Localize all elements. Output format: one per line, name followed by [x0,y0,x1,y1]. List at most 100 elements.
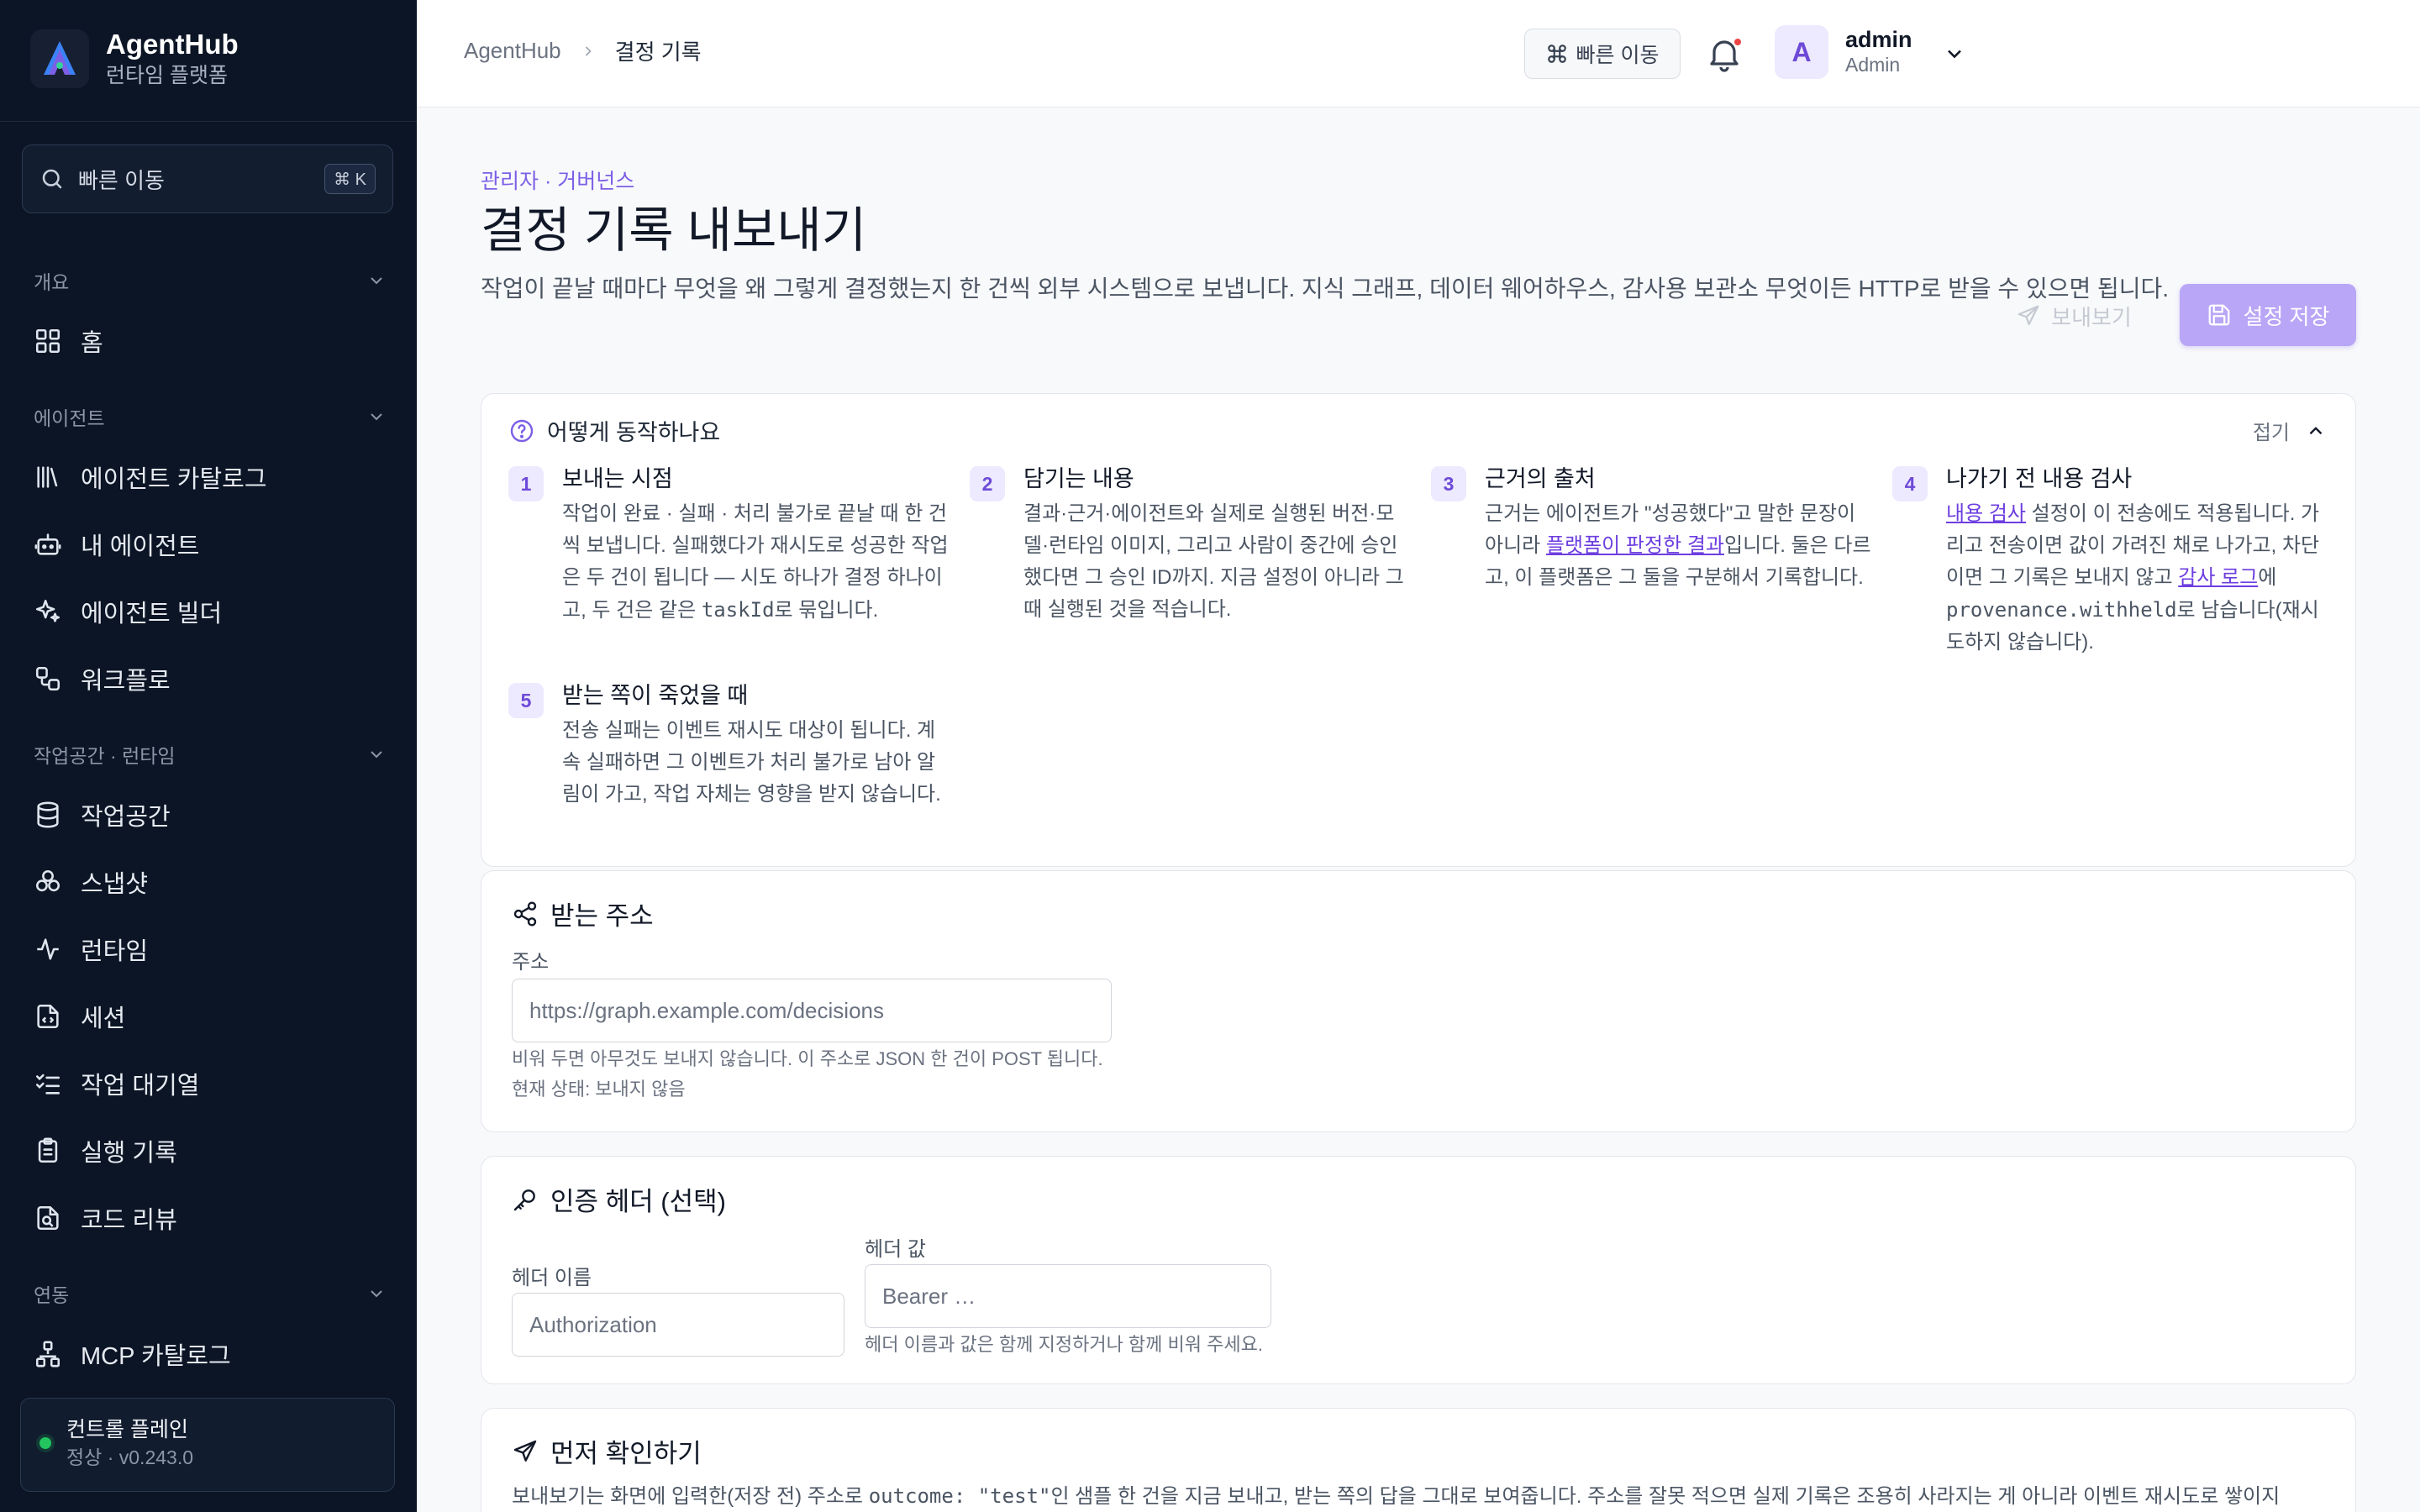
step-title: 나가기 전 내용 검사 [1946,466,2133,491]
test-send-text: 보내보기는 화면에 입력한(저장 전) 주소로 [512,1485,869,1508]
sidebar-item-label: 에이전트 빌더 [81,601,223,627]
user-role: Admin [1845,54,1901,76]
sidebar-item-run-log[interactable]: 실행 기록 [34,1127,387,1174]
step-body: 결과·근거·에이전트와 실제로 실행된 버전·모델·런타임 이미지, 그리고 사… [1023,502,1404,621]
key-icon [512,1186,539,1213]
sidebar-search[interactable]: 빠른 이동 ⌘ K [22,144,393,213]
sidebar-section-overview[interactable]: 개요 [34,264,387,297]
step-body: 근거는 에이전트가 "성공했다"고 말한 문장이 아니라 플랫폼이 판정한 결과… [1485,498,1873,594]
sidebar-item-task-queue[interactable]: 작업 대기열 [34,1060,387,1107]
sidebar: AgentHub 런타임 플랫폼 빠른 이동 ⌘ K 개요 홈 에이전트 에이전… [0,0,417,1512]
sidebar-item-label: 에이전트 카탈로그 [81,466,267,493]
save-icon [2207,302,2232,328]
step-number: 4 [1892,466,1928,501]
status-dot [39,1437,51,1449]
endpoint-hint: 비워 두면 아무것도 보내지 않습니다. 이 주소로 JSON 한 건이 POS… [512,1048,1103,1069]
user-name: admin [1845,27,1912,52]
test-send-card: 먼저 확인하기 보내보기는 화면에 입력한(저장 전) 주소로 outcome:… [481,1408,2356,1512]
header-value-label: 헤더 값 [865,1238,926,1261]
activity-icon [34,935,62,963]
how-it-works-title: 어떻게 동작하나요 [547,420,721,445]
share-icon [512,900,539,927]
notification-dot [1734,39,1741,45]
file-code-icon [34,1002,62,1031]
preview-button[interactable]: 보내보기 [1995,286,2153,346]
control-plane-status[interactable]: 컨트롤 플레인 정상 · v0.243.0 [20,1398,395,1492]
agenthub-logo [30,29,89,88]
list-checks-icon [34,1069,62,1098]
help-circle-icon [508,417,535,444]
grid-icon [34,327,62,355]
sidebar-item-session[interactable]: 세션 [34,993,387,1040]
command-icon [1546,43,1568,65]
breadcrumb-root[interactable]: AgentHub [464,38,561,64]
code-task-id: taskId [701,598,775,622]
step-title: 근거의 출처 [1485,466,1596,491]
test-send-header: 먼저 확인하기 [512,1432,702,1470]
platform-verdict-link[interactable]: 플랫폼이 판정한 결과 [1546,534,1724,557]
sidebar-section-workspace-runtime[interactable]: 작업공간 · 런타임 [34,738,387,771]
sidebar-section-title: 에이전트 [34,407,105,429]
sidebar-item-runtime[interactable]: 런타임 [34,926,387,973]
sidebar-item-agent-catalog[interactable]: 에이전트 카탈로그 [34,454,387,501]
sidebar-item-workspace[interactable]: 작업공간 [34,791,387,838]
avatar[interactable]: A [1775,25,1828,79]
sidebar-section-title: 개요 [34,271,70,293]
library-icon [34,463,62,491]
step-body: 작업이 완료 · 실패 · 처리 불가로 끝날 때 한 건씩 보냅니다. 실패했… [562,498,950,627]
test-send-title: 먼저 확인하기 [550,1439,702,1468]
collapse-toggle[interactable]: 접기 [2253,416,2327,445]
sidebar-item-label: 런타임 [81,938,149,965]
shortcut-badge: ⌘ K [324,164,376,194]
sidebar-item-workflow[interactable]: 워크플로 [34,655,387,702]
search-icon [39,166,65,192]
sidebar-section-integrations[interactable]: 연동 [34,1277,387,1310]
header-name-input[interactable]: Authorization [512,1293,844,1357]
status-title: 컨트롤 플레인 [66,1418,188,1441]
sidebar-divider [0,121,417,122]
chevron-down-icon [366,270,387,291]
step-body: 전송 실패는 이벤트 재시도 대상이 됩니다. 계속 실패하면 그 이벤트가 처… [562,719,941,806]
brand[interactable]: AgentHub 런타임 플랫폼 [30,27,239,91]
step-title: 담기는 내용 [1023,466,1134,491]
clipboard-list-icon [34,1137,62,1165]
endpoint-status: 현재 상태: 보내지 않음 [512,1079,686,1100]
step-text: 에 [2258,566,2277,589]
brand-subtitle: 런타임 플랫폼 [106,64,228,87]
content-inspection-link[interactable]: 내용 검사 [1946,502,2026,525]
sidebar-item-label: 홈 [81,330,103,357]
step-title: 보내는 시점 [562,466,673,491]
endpoint-card: 받는 주소 주소 https://graph.example.com/decis… [481,870,2356,1132]
endpoint-label: 주소 [512,951,550,974]
step-number: 3 [1431,466,1466,501]
network-icon [34,1340,62,1368]
breadcrumb: AgentHub 결정 기록 [464,35,702,66]
sidebar-item-snapshot[interactable]: 스냅샷 [34,858,387,906]
header-name-label: 헤더 이름 [512,1267,592,1289]
file-search-icon [34,1204,62,1232]
chevron-up-icon [2305,420,2327,442]
how-it-works-header: 어떻게 동작하나요 [508,414,720,447]
sidebar-section-agents[interactable]: 에이전트 [34,400,387,433]
sidebar-item-mcp-catalog[interactable]: MCP 카탈로그 [34,1331,387,1378]
breadcrumb-current: 결정 기록 [614,39,702,65]
how-it-works-card: 어떻게 동작하나요 접기 1 보내는 시점 작업이 완료 · 실패 · 처리 불… [481,393,2356,867]
sidebar-section-title: 연동 [34,1284,70,1306]
quick-nav-button[interactable]: 빠른 이동 [1524,29,1681,79]
audit-log-link[interactable]: 감사 로그 [2178,566,2258,589]
code-outcome-test: outcome: "test" [868,1484,1051,1508]
sidebar-item-code-review[interactable]: 코드 리뷰 [34,1194,387,1242]
sidebar-item-my-agents[interactable]: 내 에이전트 [34,521,387,568]
sidebar-item-home[interactable]: 홈 [34,318,387,365]
chevron-down-icon[interactable] [1943,42,1966,66]
save-button-label: 설정 저장 [2243,303,2330,329]
chevron-down-icon [366,407,387,427]
header-value-input[interactable]: Bearer … [865,1264,1271,1328]
save-settings-button[interactable]: 설정 저장 [2180,284,2356,346]
sidebar-item-label: 작업공간 [81,804,171,831]
user-menu[interactable]: admin Admin [1845,25,1912,76]
sidebar-item-agent-builder[interactable]: 에이전트 빌더 [34,588,387,635]
step-number: 5 [508,683,544,718]
send-icon [512,1438,539,1465]
endpoint-url-input[interactable]: https://graph.example.com/decisions [512,979,1112,1042]
